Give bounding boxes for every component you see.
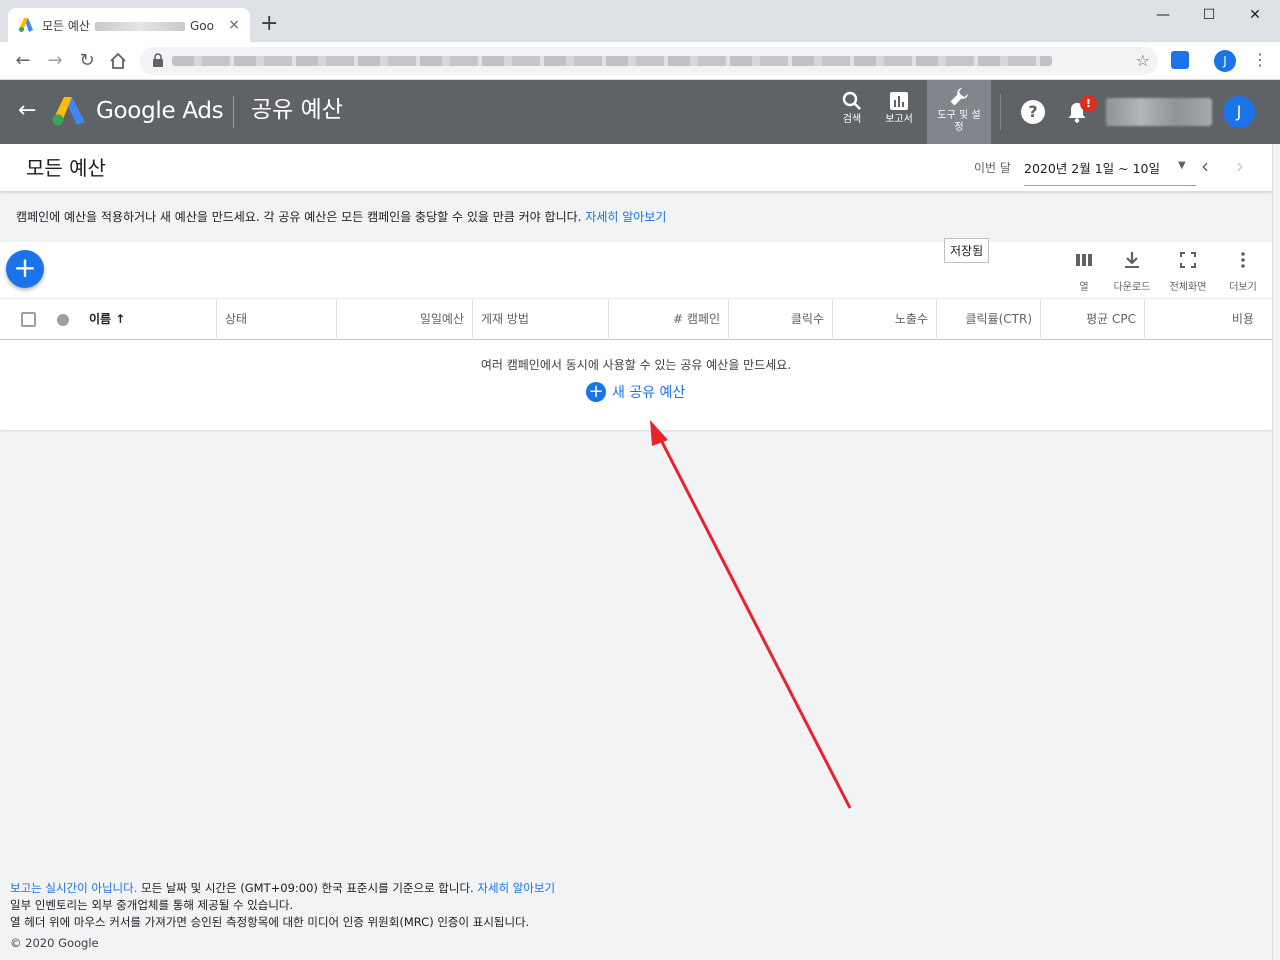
annotation-arrow xyxy=(650,420,852,809)
